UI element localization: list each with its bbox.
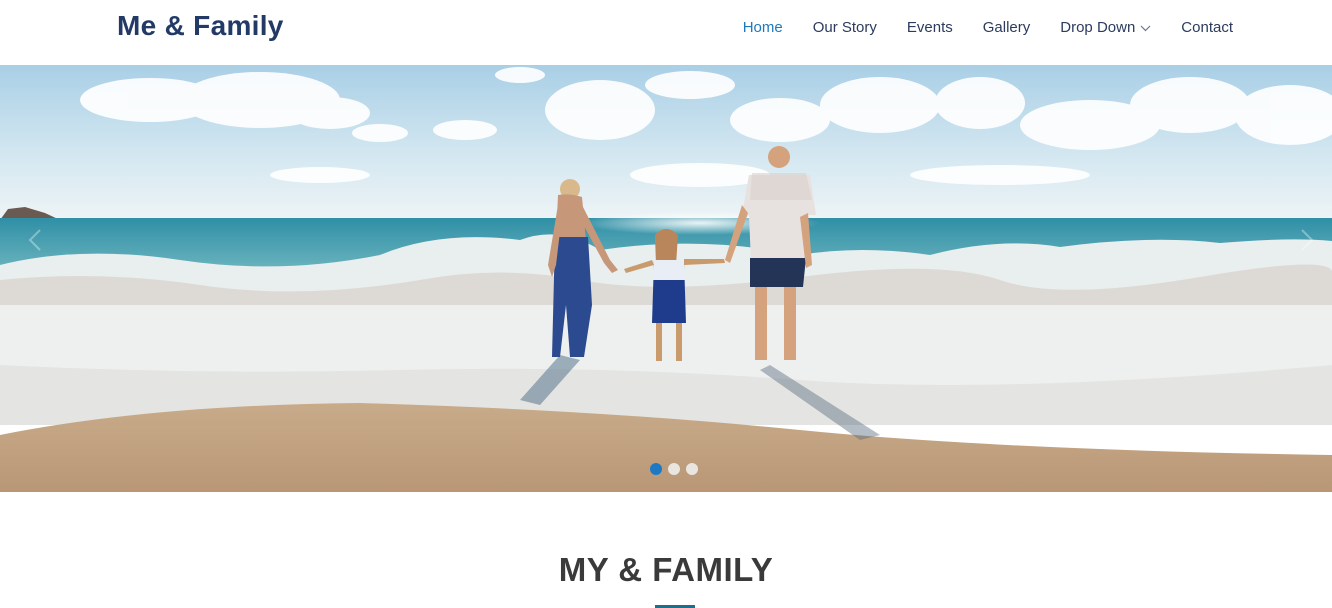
nav-drop-down-label: Drop Down [1060,19,1136,36]
nav-home[interactable]: Home [743,18,783,38]
carousel-dot-1[interactable] [650,463,662,475]
chevron-right-icon[interactable] [1292,225,1322,255]
chevron-down-icon [1140,25,1151,32]
nav-contact[interactable]: Contact [1181,18,1233,38]
nav-our-story[interactable]: Our Story [813,18,877,38]
family-on-beach-photo [0,65,1332,492]
carousel-indicators [650,463,704,475]
site-header: Me & Family Home Our Story Events Galler… [0,0,1332,65]
nav-contact-label: Contact [1181,19,1233,36]
nav-gallery-label: Gallery [982,19,1031,36]
hero-carousel [0,65,1332,492]
carousel-dot-2[interactable] [668,463,680,475]
nav-events[interactable]: Events [907,18,953,38]
nav-drop-down[interactable]: Drop Down [1060,18,1151,38]
chevron-left-icon[interactable] [20,225,50,255]
nav-events-label: Events [906,19,953,36]
nav-our-story-label: Our Story [812,19,877,36]
main-nav: Home Our Story Events Gallery Drop Down … [713,18,1233,38]
section-title: MY & FAMILY [558,551,774,588]
site-logo[interactable]: Me & Family [117,10,284,42]
nav-gallery[interactable]: Gallery [983,18,1031,38]
carousel-dot-3[interactable] [686,463,698,475]
nav-home-label: Home [742,19,783,36]
